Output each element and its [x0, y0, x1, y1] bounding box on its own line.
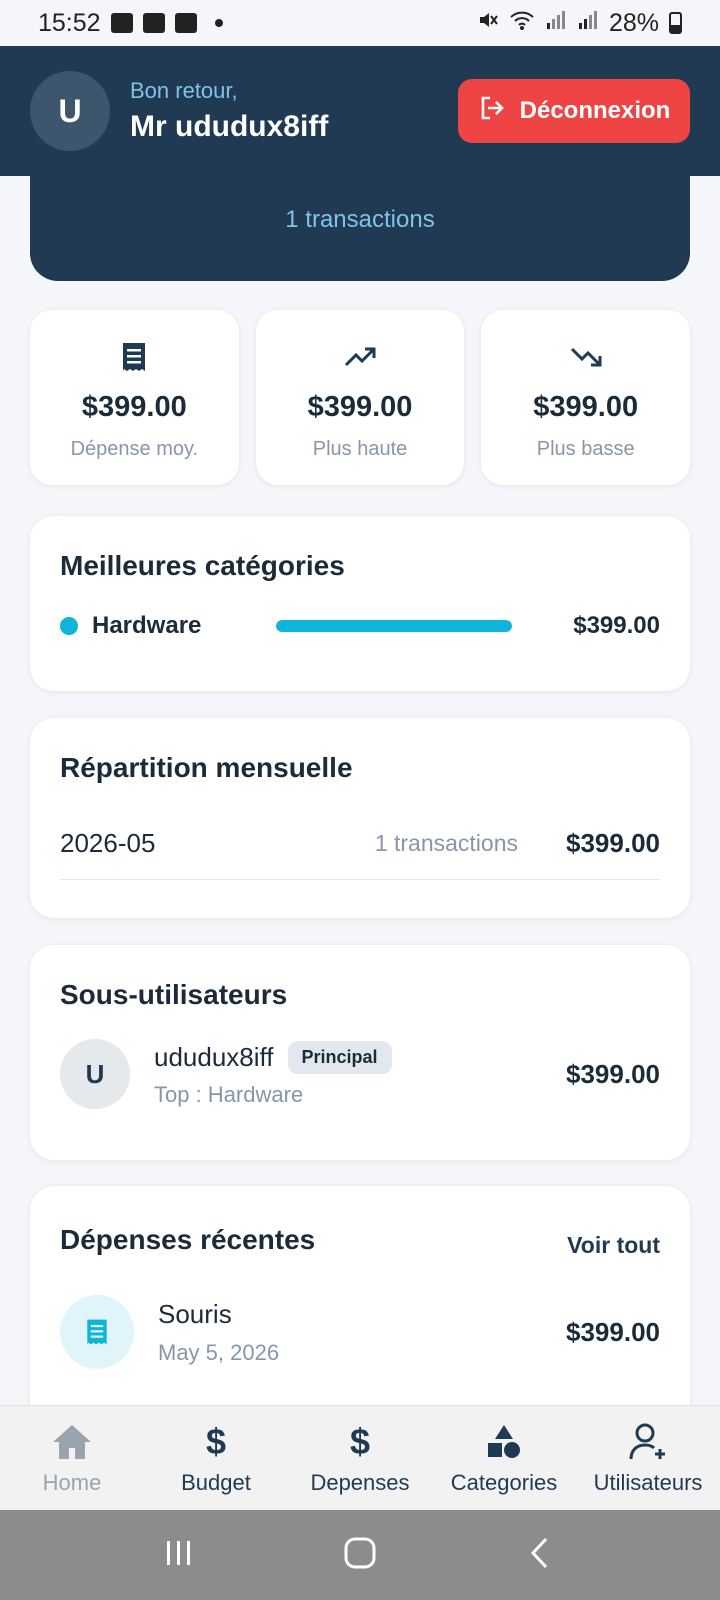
category-row[interactable]: Hardware $399.00: [60, 612, 660, 640]
back-icon[interactable]: [526, 1536, 556, 1575]
stats-row: $399.00 Dépense moy. $399.00 Plus haute …: [30, 310, 691, 485]
sub-user-name: ududux8iff: [154, 1041, 274, 1072]
gallery-icon: [110, 13, 133, 33]
mute-icon: [477, 9, 499, 38]
month-label: 2026-05: [60, 828, 156, 858]
nav-label: Home: [42, 1470, 102, 1495]
system-navigation-bar: [0, 1510, 720, 1600]
nav-label: Budget: [181, 1470, 251, 1495]
trending-down-icon: [569, 340, 603, 379]
sub-user-row[interactable]: U ududux8iff Principal Top : Hardware $3…: [60, 1039, 660, 1109]
stat-average: $399.00 Dépense moy.: [30, 310, 239, 485]
expense-title: Souris: [158, 1298, 232, 1329]
avatar[interactable]: U: [30, 71, 110, 151]
transaction-count: 1 transactions: [285, 206, 435, 233]
status-badge: Principal: [287, 1040, 392, 1074]
stat-lowest: $399.00 Plus basse: [481, 310, 691, 485]
expense-row[interactable]: Souris May 5, 2026 $399.00: [60, 1295, 660, 1369]
user-name: Mr ududux8iff: [130, 110, 329, 143]
logout-button[interactable]: Déconnexion: [458, 79, 690, 143]
dollar-icon: $: [205, 1421, 227, 1462]
recents-icon[interactable]: [164, 1538, 194, 1573]
nav-item-utilisateurs[interactable]: Utilisateurs: [576, 1406, 720, 1510]
card-title: Dépenses récentes: [60, 1223, 316, 1255]
logout-label: Déconnexion: [519, 97, 671, 124]
card-title: Répartition mensuelle: [60, 752, 353, 783]
home-icon: [50, 1420, 94, 1464]
clock: 15:52: [38, 8, 101, 37]
nav-item-categories[interactable]: Categories: [432, 1406, 576, 1510]
month-transactions: 1 transactions: [374, 830, 519, 856]
sub-user-top-category: Top : Hardware: [154, 1081, 304, 1107]
home-button-icon[interactable]: [343, 1536, 377, 1575]
battery-percent: 28%: [608, 8, 659, 37]
signal-icon: [577, 9, 599, 38]
stat-highest: $399.00 Plus haute: [255, 310, 465, 485]
sub-user-amount: $399.00: [566, 1058, 660, 1089]
signal-icon: [545, 9, 567, 38]
trending-up-icon: [343, 340, 377, 379]
category-bar: [276, 620, 512, 632]
nav-label: Categories: [450, 1470, 558, 1495]
nav-label: Utilisateurs: [593, 1470, 703, 1495]
greeting: Bon retour,: [130, 78, 238, 103]
nav-label: Depenses: [310, 1470, 410, 1495]
stat-label: Dépense moy.: [70, 438, 199, 460]
category-name: Hardware: [92, 612, 202, 639]
category-bar-fill: [276, 620, 512, 632]
expense-amount: $399.00: [566, 1316, 660, 1347]
stat-amount: $399.00: [533, 391, 639, 423]
logout-icon: [478, 94, 506, 129]
shapes-icon: [484, 1420, 524, 1464]
recent-expenses-card: Dépenses récentes Voir tout Souris May 5…: [30, 1186, 690, 1436]
sub-users-card: Sous-utilisateurs U ududux8iff Principal…: [30, 945, 690, 1160]
monthly-breakdown-card: Répartition mensuelle 2026-05 1 transact…: [30, 718, 690, 918]
avatar: U: [60, 1039, 130, 1109]
stat-amount: $399.00: [307, 391, 413, 423]
wifi-icon: [509, 9, 535, 38]
stat-amount: $399.00: [81, 391, 187, 423]
category-dot: [60, 617, 78, 635]
expense-date: May 5, 2026: [158, 1339, 280, 1365]
app-header: U Bon retour, Mr ududux8iff Déconnexion: [0, 46, 720, 176]
see-all-link[interactable]: Voir tout: [567, 1232, 660, 1259]
notification-dot-icon: [214, 19, 223, 27]
receipt-icon: [117, 340, 151, 379]
top-categories-card: Meilleures catégories Hardware $399.00: [30, 516, 690, 691]
status-bar: 15:52 28%: [0, 0, 720, 46]
nav-item-budget[interactable]: $ Budget: [144, 1406, 288, 1510]
youtube-icon: [142, 13, 165, 33]
receipt-icon: [60, 1295, 134, 1369]
checkbox-icon: [174, 13, 197, 33]
month-row[interactable]: 2026-05 1 transactions $399.00: [60, 828, 660, 880]
month-amount: $399.00: [566, 828, 660, 858]
nav-item-depenses[interactable]: $ Depenses: [288, 1406, 432, 1510]
card-title: Meilleures catégories: [60, 550, 345, 581]
dollar-icon: $: [349, 1421, 371, 1462]
category-amount: $399.00: [573, 612, 660, 639]
nav-item-home[interactable]: Home: [0, 1406, 144, 1510]
stat-label: Plus haute: [312, 438, 408, 460]
battery-icon: [669, 12, 682, 34]
stat-label: Plus basse: [536, 438, 635, 460]
user-add-icon: [627, 1420, 669, 1464]
card-title: Sous-utilisateurs: [60, 979, 288, 1010]
summary-hero: 1 transactions: [30, 176, 690, 281]
bottom-navigation: Home $ Budget $ Depenses Categories Util…: [0, 1405, 720, 1510]
